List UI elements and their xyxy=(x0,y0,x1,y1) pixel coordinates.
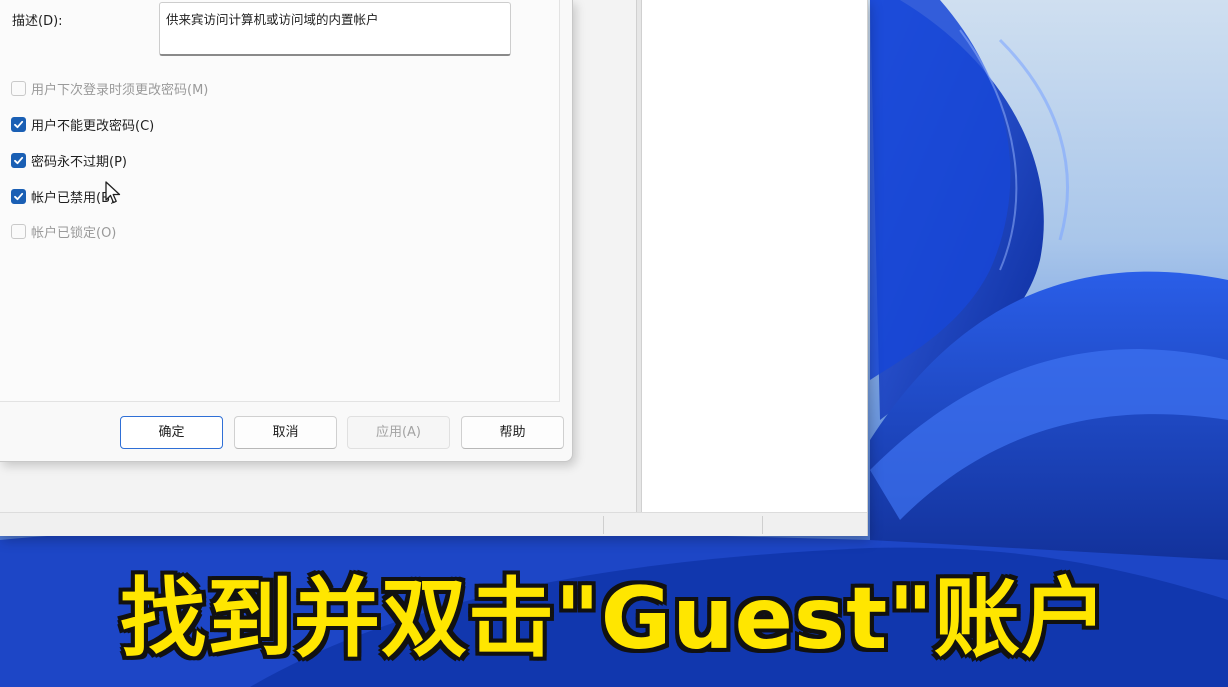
checkmark-icon xyxy=(14,120,24,128)
guest-properties-dialog: 描述(D): 供来宾访问计算机或访问域的内置帐户 用户下次登录时须更改密码(M)… xyxy=(0,0,573,462)
description-field[interactable]: 供来宾访问计算机或访问域的内置帐户 xyxy=(159,2,511,56)
account-disabled-option[interactable]: 帐户已禁用(B) xyxy=(11,186,115,206)
must-change-password-checkbox[interactable] xyxy=(11,80,26,96)
account-disabled-checkbox[interactable] xyxy=(11,188,26,204)
actions-pane xyxy=(642,0,867,512)
general-tab-panel: 描述(D): 供来宾访问计算机或访问域的内置帐户 用户下次登录时须更改密码(M)… xyxy=(0,0,560,402)
description-label: 描述(D): xyxy=(12,14,63,29)
status-bar-separator xyxy=(762,516,763,534)
cannot-change-password-option[interactable]: 用户不能更改密码(C) xyxy=(11,114,154,134)
status-bar-separator xyxy=(603,516,604,534)
apply-button[interactable]: 应用(A) xyxy=(347,416,450,449)
help-button[interactable]: 帮助 xyxy=(461,416,564,449)
must-change-password-label: 用户下次登录时须更改密码(M) xyxy=(31,82,209,98)
cannot-change-password-checkbox[interactable] xyxy=(11,116,26,132)
password-never-expires-label: 密码永不过期(P) xyxy=(31,154,127,170)
password-never-expires-checkbox[interactable] xyxy=(11,152,26,168)
account-disabled-label: 帐户已禁用(B) xyxy=(31,190,116,206)
status-bar xyxy=(0,512,867,536)
cancel-button[interactable]: 取消 xyxy=(234,416,337,449)
checkmark-icon xyxy=(14,156,24,164)
video-caption: 找到并双击"Guest"账户 xyxy=(119,569,1109,669)
account-locked-checkbox[interactable] xyxy=(11,223,26,239)
mouse-pointer-icon xyxy=(105,181,121,204)
password-never-expires-option[interactable]: 密码永不过期(P) xyxy=(11,150,127,170)
cannot-change-password-label: 用户不能更改密码(C) xyxy=(31,118,155,134)
account-locked-option[interactable]: 帐户已锁定(O) xyxy=(11,221,116,241)
ok-button[interactable]: 确定 xyxy=(120,416,223,449)
must-change-password-option[interactable]: 用户下次登录时须更改密码(M) xyxy=(11,78,208,98)
checkmark-icon xyxy=(14,192,24,200)
account-locked-label: 帐户已锁定(O) xyxy=(31,225,117,241)
